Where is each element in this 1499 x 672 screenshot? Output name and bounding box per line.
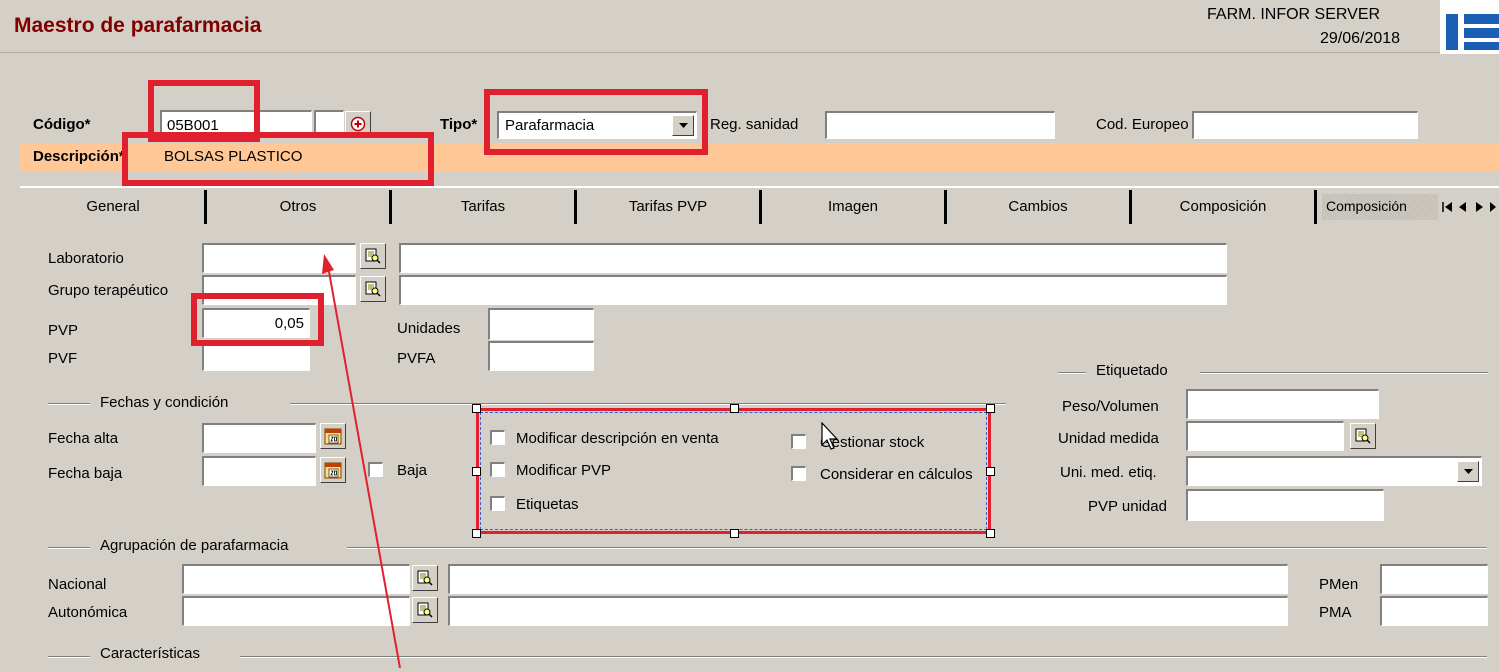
- header-date: 29/06/2018: [1320, 30, 1401, 47]
- fecha-alta-input[interactable]: [202, 423, 316, 453]
- caracteristicas-line-left: [48, 656, 90, 658]
- highlight-box-tipo: [484, 89, 708, 155]
- unidad-medida-find-button[interactable]: [1350, 423, 1376, 449]
- selection-handle[interactable]: [472, 404, 481, 413]
- considerar-checkbox[interactable]: [791, 466, 806, 481]
- tab-prev-icon[interactable]: [1456, 198, 1470, 216]
- descripcion-label: Descripción*: [33, 148, 125, 165]
- reg-sanidad-input[interactable]: [825, 111, 1055, 139]
- tab-tarifas-pvp[interactable]: Tarifas PVP: [577, 190, 762, 224]
- fechas-section-line-left: [48, 403, 90, 405]
- gestionar-stock-checkbox[interactable]: [791, 434, 806, 449]
- grupo-label: Grupo terapéutico: [48, 282, 169, 299]
- cod-europeo-input[interactable]: [1192, 111, 1418, 139]
- mouse-cursor-icon: [821, 421, 841, 450]
- reg-sanidad-label: Reg. sanidad: [710, 116, 799, 133]
- mod-desc-checkbox[interactable]: [490, 430, 505, 445]
- tab-last-icon[interactable]: [1488, 198, 1499, 216]
- pvp-unidad-label: PVP unidad: [1088, 498, 1167, 515]
- codigo-label: Código*: [33, 116, 91, 133]
- pmen-input[interactable]: [1380, 564, 1488, 594]
- unidades-input[interactable]: [488, 308, 594, 340]
- fecha-baja-input[interactable]: [202, 456, 316, 486]
- etiquetado-line-right: [1200, 372, 1488, 374]
- tab-composicion-2[interactable]: Composición: [1322, 194, 1438, 220]
- pvp-label: PVP: [48, 322, 79, 339]
- pvfa-input[interactable]: [488, 341, 594, 371]
- mod-pvp-checkbox[interactable]: [490, 462, 505, 477]
- pmen-label: PMen: [1319, 576, 1359, 593]
- annotation-arrow: [300, 240, 420, 669]
- agrupacion-section-title: Agrupación de parafarmacia: [100, 537, 289, 554]
- tab-general[interactable]: General: [22, 190, 207, 224]
- tab-first-icon[interactable]: [1440, 198, 1454, 216]
- tab-tarifas[interactable]: Tarifas: [392, 190, 577, 224]
- grupo-name-input[interactable]: [399, 275, 1227, 305]
- tab-composicion[interactable]: Composición: [1132, 190, 1317, 224]
- peso-input[interactable]: [1186, 389, 1379, 419]
- logo: [1440, 0, 1499, 54]
- uni-med-etiq-select[interactable]: [1186, 456, 1482, 486]
- nacional-name-input[interactable]: [448, 564, 1288, 594]
- caracteristicas-section-title: Características: [100, 645, 201, 662]
- selection-handle[interactable]: [986, 467, 995, 476]
- peso-label: Peso/Volumen: [1062, 398, 1159, 415]
- selection-handle[interactable]: [472, 467, 481, 476]
- window-title: Maestro de parafarmacia: [14, 14, 262, 37]
- etiquetado-section-title: Etiquetado: [1096, 362, 1168, 379]
- pvp-unidad-input[interactable]: [1186, 489, 1384, 521]
- caracteristicas-line-right: [240, 656, 1487, 658]
- pma-label: PMA: [1319, 604, 1352, 621]
- find-icon: [1355, 428, 1371, 444]
- fecha-alta-label: Fecha alta: [48, 430, 119, 447]
- autonomica-label: Autonómica: [48, 604, 128, 621]
- selection-handle[interactable]: [472, 529, 481, 538]
- tipo-label: Tipo*: [440, 116, 478, 133]
- tab-imagen[interactable]: Imagen: [762, 190, 947, 224]
- considerar-label: Considerar en cálculos: [820, 466, 973, 483]
- agrupacion-line-right: [347, 547, 1487, 549]
- etiquetado-line-left: [1058, 372, 1086, 374]
- mod-desc-label: Modificar descripción en venta: [516, 430, 719, 447]
- highlight-box-descripcion: [122, 132, 434, 186]
- tab-otros[interactable]: Otros: [207, 190, 392, 224]
- laboratorio-label: Laboratorio: [48, 250, 124, 267]
- fechas-section-title: Fechas y condición: [100, 394, 229, 411]
- selection-handle[interactable]: [730, 404, 739, 413]
- selection-handle[interactable]: [986, 404, 995, 413]
- unidad-medida-input[interactable]: [1186, 421, 1344, 451]
- server-name: FARM. INFOR SERVER: [1207, 6, 1381, 23]
- unidad-medida-label: Unidad medida: [1058, 430, 1159, 447]
- selection-handle[interactable]: [986, 529, 995, 538]
- agrupacion-line-left: [48, 547, 90, 549]
- add-icon: [350, 116, 366, 132]
- nacional-label: Nacional: [48, 576, 107, 593]
- autonomica-name-input[interactable]: [448, 596, 1288, 626]
- selection-handle[interactable]: [730, 529, 739, 538]
- etiquetas-label: Etiquetas: [516, 496, 579, 513]
- uni-med-etiq-label: Uni. med. etiq.: [1060, 464, 1157, 481]
- pma-input[interactable]: [1380, 596, 1488, 626]
- cod-europeo-label: Cod. Europeo: [1096, 116, 1189, 133]
- pvf-label: PVF: [48, 350, 78, 367]
- fecha-baja-label: Fecha baja: [48, 465, 123, 482]
- dropdown-arrow-icon[interactable]: [1457, 461, 1479, 482]
- tab-next-icon[interactable]: [1472, 198, 1486, 216]
- etiquetas-checkbox[interactable]: [490, 496, 505, 511]
- mod-pvp-label: Modificar PVP: [516, 462, 612, 479]
- laboratorio-name-input[interactable]: [399, 243, 1227, 273]
- tab-composicion-2-label: Composición: [1326, 198, 1407, 214]
- tab-cambios[interactable]: Cambios: [947, 190, 1132, 224]
